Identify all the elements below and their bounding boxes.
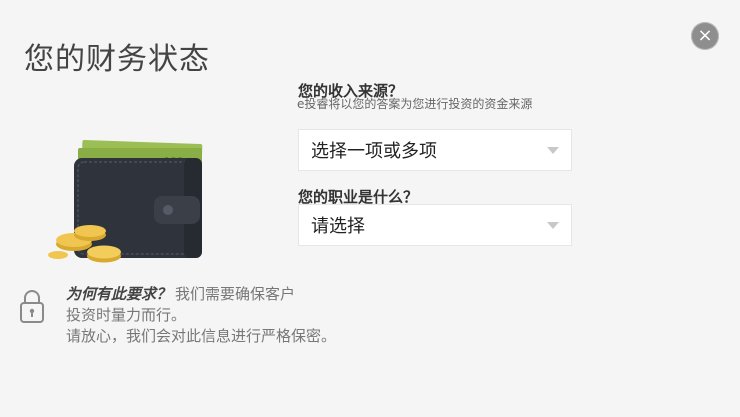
why-notice-line1: 我们需要确保客户	[175, 285, 296, 303]
close-icon: ×	[697, 25, 713, 46]
why-notice-line3: 请放心，我们会对此信息进行严格保密。	[66, 327, 337, 345]
dialog-title: 您的财务状态	[24, 42, 210, 77]
income-source-description: e投睿将以您的答案为您进行投资的资金来源	[297, 97, 533, 111]
occupation-select-value: 请选择	[311, 216, 365, 237]
why-notice-line2: 投资时量力而行。	[66, 306, 187, 324]
income-source-select[interactable]: 选择一项或多项	[298, 129, 572, 171]
wallet-illustration: 100	[48, 139, 203, 263]
close-button[interactable]: ×	[691, 22, 719, 50]
income-source-select-value: 选择一项或多项	[311, 141, 437, 162]
lock-icon	[20, 290, 44, 323]
why-notice-title: 为何有此要求？	[66, 285, 172, 303]
why-notice: 为何有此要求？ 我们需要确保客户 投资时量力而行。 请放心，我们会对此信息进行严格…	[66, 284, 356, 347]
financial-status-dialog: 您的财务状态 × 100 您的收入来源？ e投睿将以您的答案为您进行投资的资金来…	[0, 0, 740, 417]
occupation-select[interactable]: 请选择	[298, 204, 572, 246]
chevron-down-icon	[547, 222, 559, 229]
chevron-down-icon	[547, 147, 559, 154]
